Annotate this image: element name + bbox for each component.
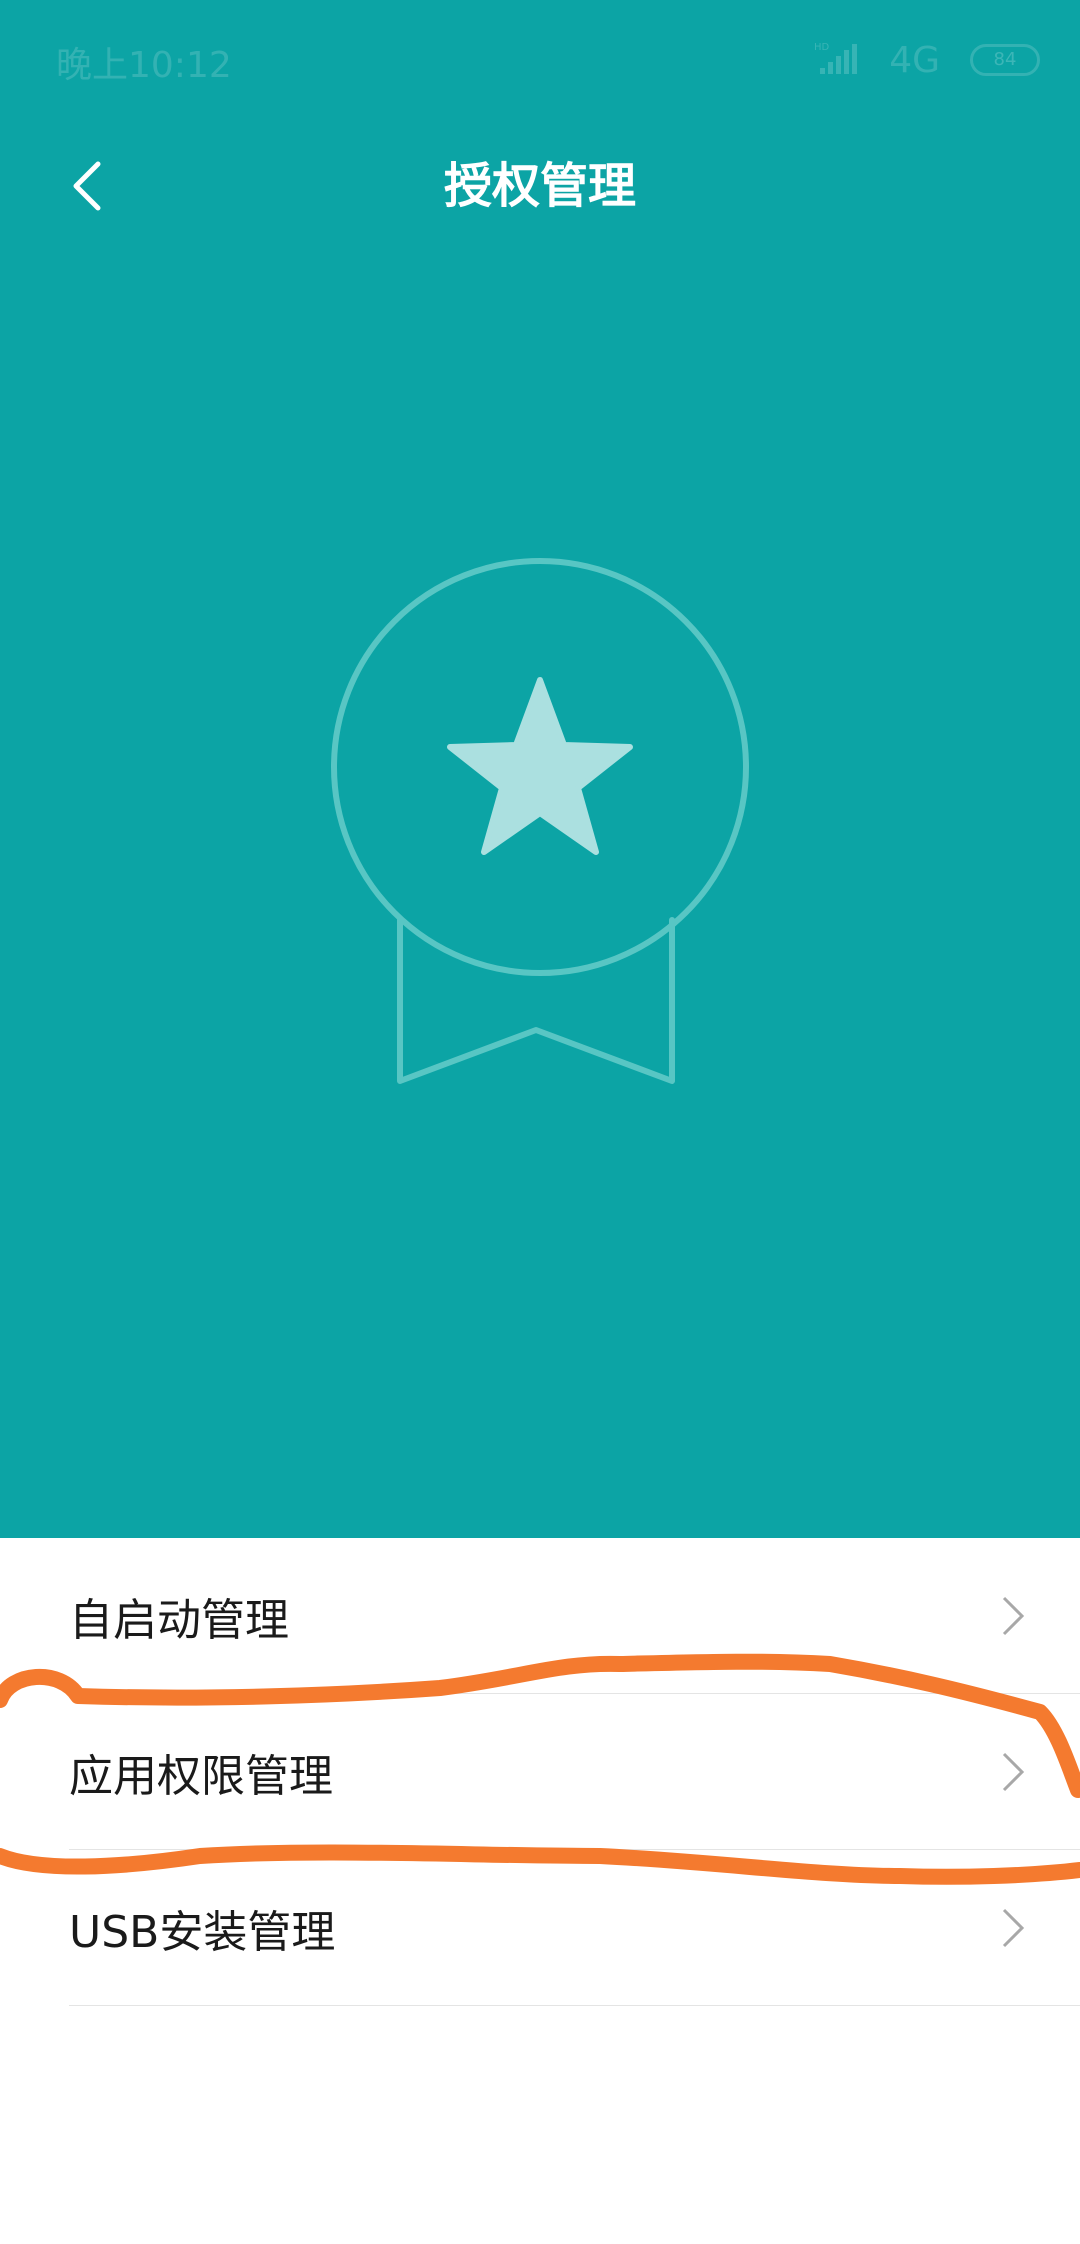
menu-item-label: 应用权限管理 (69, 1750, 333, 1802)
menu-item-usb-install[interactable]: USB安装管理 (69, 1850, 1080, 2006)
signal-icon: HD (814, 42, 857, 74)
chevron-right-icon (1002, 1908, 1025, 1948)
battery-icon: 84 (970, 44, 1040, 76)
status-bar: 晚上10:12 HD 4G 84 (0, 0, 1080, 120)
status-time: 晚上10:12 (56, 45, 232, 86)
page-title: 授权管理 (443, 158, 636, 214)
medal-star-icon (331, 558, 749, 1084)
chevron-right-icon (1002, 1596, 1025, 1636)
menu-item-label: 自启动管理 (69, 1594, 289, 1646)
network-label: 4G (889, 40, 940, 81)
menu-item-label: USB安装管理 (69, 1906, 336, 1958)
chevron-right-icon (1002, 1752, 1025, 1792)
battery-level: 84 (993, 49, 1017, 70)
status-indicators: HD 4G 84 (740, 36, 1040, 84)
menu-item-app-permissions[interactable]: 应用权限管理 (69, 1694, 1080, 1850)
hero-banner: 晚上10:12 HD 4G 84 授权管理 (0, 0, 1080, 1538)
menu-list: 自启动管理 应用权限管理 USB安装管理 (0, 1538, 1080, 2006)
hd-label: HD (814, 42, 830, 53)
menu-item-autostart[interactable]: 自启动管理 (69, 1538, 1080, 1694)
